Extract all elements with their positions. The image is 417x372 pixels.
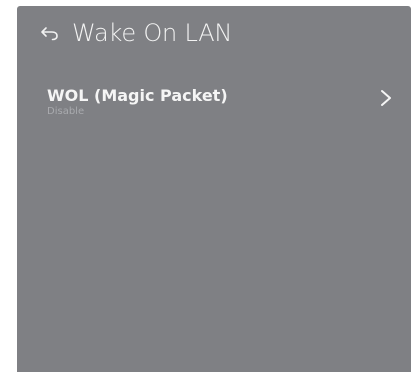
page-title: Wake On LAN [72,19,233,47]
panel-header: Wake On LAN [40,18,232,48]
back-arrow-icon[interactable] [40,25,60,41]
menu-item-value: Disable [47,106,85,117]
menu-item-wol-magic-packet[interactable]: WOL (Magic Packet) Disable [47,82,393,126]
chevron-right-icon [379,89,393,107]
wake-on-lan-panel: Wake On LAN WOL (Magic Packet) Disable [17,6,411,372]
menu-item-label: WOL (Magic Packet) [47,86,228,105]
